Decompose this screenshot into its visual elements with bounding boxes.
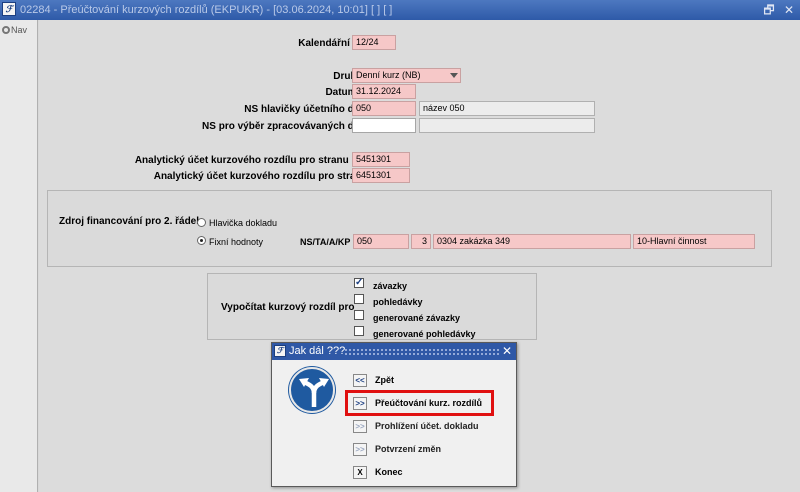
nav-label: Nav: [11, 25, 28, 35]
exit-label[interactable]: Konec: [375, 467, 403, 477]
account-dal-field[interactable]: 6451301: [352, 168, 410, 183]
fork-arrows-icon: [299, 378, 329, 407]
chk-pohledavky-label: pohledávky: [373, 297, 423, 307]
radio-header-label: Hlavička dokladu: [209, 218, 278, 228]
dialog-title: Jak dál ???: [289, 345, 346, 357]
radio-fixed[interactable]: [197, 236, 206, 245]
compute-label: Vypočítat kurzový rozdíl pro: [221, 302, 355, 313]
restore-icon[interactable]: 🗗: [763, 3, 774, 17]
nav-button[interactable]: Nav: [2, 25, 27, 35]
chk-gen-zavazky-label: generované závazky: [373, 313, 461, 323]
direction-sign-icon: [289, 367, 335, 413]
confirm-changes-label[interactable]: Potvrzení změn: [375, 444, 441, 454]
chk-pohledavky[interactable]: [354, 294, 364, 304]
radio-fixed-label: Fixní hodnoty: [209, 237, 264, 247]
chevron-down-icon[interactable]: [450, 73, 458, 78]
window-titlebar: ℱ 02284 - Přeúčtování kurzových rozdílů …: [0, 0, 800, 20]
back-label[interactable]: Zpět: [375, 375, 394, 385]
chk-gen-pohledavky-label: generované pohledávky: [373, 329, 476, 339]
chk-gen-pohledavky[interactable]: [354, 326, 364, 336]
window-title: 02284 - Přeúčtování kurzových rozdílů (E…: [20, 4, 393, 16]
ns-ta-a-kp-label: NS/TA/A/KP: [300, 237, 351, 247]
next-step-dialog: ℱ Jak dál ??? ✕ << Zpět >> Přeúčtování k…: [271, 342, 517, 487]
rate-type-select[interactable]: Denní kurz (NB): [352, 68, 461, 83]
funding-a-field[interactable]: 0304 zakázka 349: [433, 234, 631, 249]
funding-ta-field[interactable]: 3: [411, 234, 431, 249]
chk-gen-zavazky[interactable]: [354, 310, 364, 320]
rate-date-field[interactable]: 31.12.2024: [352, 84, 416, 99]
confirm-changes-button[interactable]: >>: [353, 443, 367, 456]
exit-button[interactable]: X: [353, 466, 367, 479]
period-field[interactable]: 12/24: [352, 35, 396, 50]
compute-group: Vypočítat kurzový rozdíl pro ✓ závazky p…: [207, 273, 537, 340]
window-controls: 🗗 ✕: [757, 0, 794, 20]
back-button[interactable]: <<: [353, 374, 367, 387]
account-md-label: Analytický účet kurzového rozdílu pro st…: [134, 155, 386, 166]
gear-icon: [2, 26, 10, 34]
account-md-field[interactable]: 5451301: [352, 152, 410, 167]
highlight-box: [345, 390, 494, 416]
chk-zavazky[interactable]: ✓: [354, 278, 364, 288]
funding-group: Zdroj financování pro 2. řádek Hlavička …: [47, 190, 772, 267]
funding-label: Zdroj financování pro 2. řádek: [59, 216, 202, 227]
funding-kp-field[interactable]: 10-Hlavní činnost: [633, 234, 755, 249]
select-ns-field[interactable]: [352, 118, 416, 133]
rate-type-value: Denní kurz (NB): [356, 70, 421, 80]
close-icon[interactable]: ✕: [784, 3, 794, 17]
drag-grip[interactable]: [344, 348, 499, 355]
dialog-titlebar: ℱ Jak dál ??? ✕: [272, 343, 516, 360]
left-nav-bar: Nav: [0, 20, 38, 492]
select-ns-name: [419, 118, 595, 133]
header-ns-name: název 050: [419, 101, 595, 116]
funding-ns-field[interactable]: 050: [353, 234, 409, 249]
view-document-label[interactable]: Prohlížení účet. dokladu: [375, 421, 479, 431]
app-logo-icon: ℱ: [2, 2, 16, 16]
app-logo-icon: ℱ: [274, 345, 286, 357]
radio-header[interactable]: [197, 218, 206, 227]
close-icon[interactable]: ✕: [502, 343, 512, 360]
header-ns-field[interactable]: 050: [352, 101, 416, 116]
chk-zavazky-label: závazky: [373, 281, 408, 291]
view-document-button[interactable]: >>: [353, 420, 367, 433]
